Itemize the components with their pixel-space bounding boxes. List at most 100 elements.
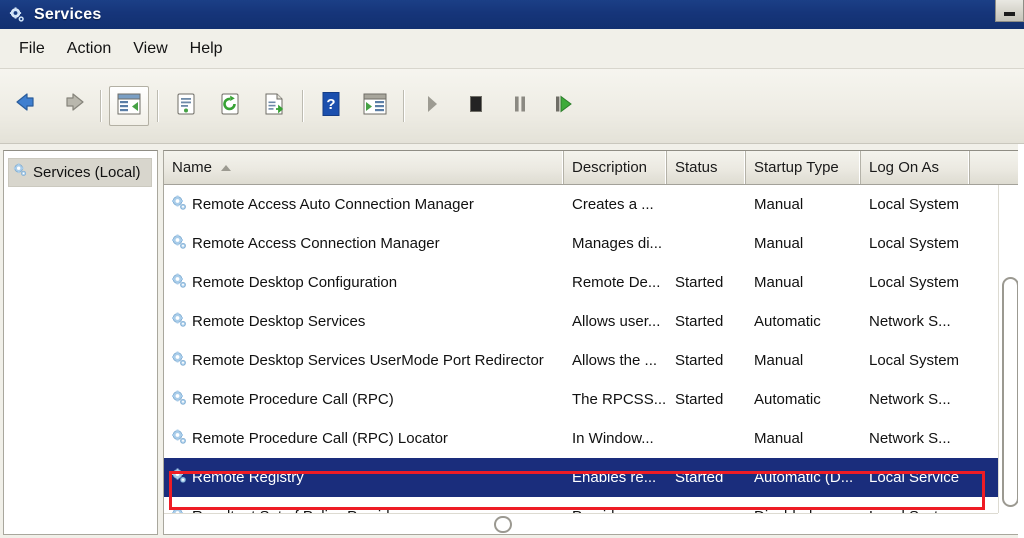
toolbar-separator xyxy=(403,90,404,122)
services-window: Services File Action View Help ? Service… xyxy=(0,0,1024,538)
service-gear-icon xyxy=(170,350,188,372)
column-header-description[interactable]: Description xyxy=(564,151,667,184)
table-row[interactable]: Remote Procedure Call (RPC) Locator In Wi… xyxy=(164,419,1020,458)
column-header-startup-type[interactable]: Startup Type xyxy=(746,151,861,184)
back-button[interactable] xyxy=(8,86,48,126)
window-controls xyxy=(995,0,1024,29)
toolbar: ? xyxy=(0,69,1024,144)
row-startup-type-cell: Automatic xyxy=(754,391,821,408)
column-header-name-label: Name xyxy=(172,159,213,176)
row-status-cell: Started xyxy=(675,352,724,369)
row-startup-type-cell: Manual xyxy=(754,274,804,291)
menu-item-action[interactable]: Action xyxy=(56,35,122,63)
service-gear-icon xyxy=(170,194,188,216)
tree-item-label: Services (Local) xyxy=(33,164,141,181)
table-row[interactable]: Remote Procedure Call (RPC) The RPCSS... S… xyxy=(164,380,1020,419)
row-name-cell: Remote Access Connection Manager xyxy=(164,233,564,255)
row-log-on-as-cell: Local Service xyxy=(869,469,960,486)
row-startup-type-cell: Manual xyxy=(754,235,804,252)
row-description-cell: Creates a ... xyxy=(572,196,654,213)
row-log-on-as-cell: Local System xyxy=(869,196,960,213)
column-header-log-on-as[interactable]: Log On As xyxy=(861,151,970,184)
column-header-filler xyxy=(970,151,1020,184)
menu-item-view[interactable]: View xyxy=(122,35,178,63)
tree-item-services-local[interactable]: Services (Local) xyxy=(8,158,152,187)
row-description-cell: Allows user... xyxy=(572,313,661,330)
pause-service-button[interactable] xyxy=(500,86,540,126)
export-list-button[interactable] xyxy=(254,86,294,126)
restart-service-button[interactable] xyxy=(544,86,584,126)
row-name-label: Remote Registry xyxy=(192,469,304,486)
service-gear-icon xyxy=(170,467,188,489)
properties-button[interactable] xyxy=(166,86,206,126)
row-status-cell: Started xyxy=(675,469,724,486)
sort-ascending-icon xyxy=(221,164,232,171)
horizontal-scrollbar[interactable] xyxy=(164,513,998,534)
service-gear-icon xyxy=(170,272,188,294)
row-startup-type-cell: Manual xyxy=(754,430,804,447)
vertical-scrollbar-thumb[interactable] xyxy=(1002,277,1019,507)
help-icon: ? xyxy=(319,91,343,122)
row-name-label: Remote Access Auto Connection Manager xyxy=(192,196,474,213)
minimize-button[interactable] xyxy=(995,0,1024,22)
table-row[interactable]: Remote Registry Enables re... Started Autom… xyxy=(164,458,1020,497)
content-area: Services (Local) Name Description Status… xyxy=(0,144,1024,538)
help-button[interactable]: ? xyxy=(311,86,351,126)
row-name-cell: Remote Registry xyxy=(164,467,564,489)
row-log-on-as-cell: Local System xyxy=(869,235,960,252)
svg-text:?: ? xyxy=(326,96,335,113)
column-header-status[interactable]: Status xyxy=(667,151,746,184)
row-name-cell: Remote Desktop Configuration xyxy=(164,272,564,294)
row-status-cell: Started xyxy=(675,313,724,330)
row-name-label: Remote Desktop Services UserMode Port Re… xyxy=(192,352,544,369)
row-log-on-as-cell: Network S... xyxy=(869,430,951,447)
title-bar: Services xyxy=(0,0,1024,29)
menu-item-help[interactable]: Help xyxy=(179,35,234,63)
forward-icon xyxy=(57,91,87,122)
window-right-edge xyxy=(1018,144,1024,538)
show-action-pane-button[interactable] xyxy=(355,86,395,126)
row-name-label: Remote Desktop Services xyxy=(192,313,366,330)
row-log-on-as-cell: Network S... xyxy=(869,313,951,330)
row-name-label: Remote Desktop Configuration xyxy=(192,274,398,291)
row-log-on-as-cell: Local System xyxy=(869,352,960,369)
start-service-button[interactable] xyxy=(412,86,452,126)
show-action-pane-icon xyxy=(362,92,388,121)
forward-button[interactable] xyxy=(52,86,92,126)
row-name-cell: Remote Desktop Services xyxy=(164,311,564,333)
pause-service-icon xyxy=(509,92,531,121)
row-name-label: Remote Procedure Call (RPC) Locator xyxy=(192,430,448,447)
row-description-cell: In Window... xyxy=(572,430,654,447)
start-service-icon xyxy=(421,92,443,121)
row-status-cell: Started xyxy=(675,274,724,291)
service-gear-icon xyxy=(170,311,188,333)
row-name-cell: Remote Desktop Services UserMode Port Re… xyxy=(164,350,564,372)
table-row[interactable]: Remote Desktop Services Allows user... Sta… xyxy=(164,302,1020,341)
service-gear-icon xyxy=(170,389,188,411)
row-description-cell: Remote De... xyxy=(572,274,661,291)
row-description-cell: The RPCSS... xyxy=(572,391,667,408)
table-row[interactable]: Remote Access Connection Manager Manages … xyxy=(164,224,1020,263)
toolbar-separator xyxy=(157,90,158,122)
stop-service-button[interactable] xyxy=(456,86,496,126)
properties-icon xyxy=(174,92,198,121)
table-row[interactable]: Remote Desktop Configuration Remote De...… xyxy=(164,263,1020,302)
service-gear-icon xyxy=(170,428,188,450)
table-row[interactable]: Remote Access Auto Connection Manager Cre… xyxy=(164,185,1020,224)
restart-service-icon xyxy=(552,92,576,121)
refresh-button[interactable] xyxy=(210,86,250,126)
row-status-cell: Started xyxy=(675,391,724,408)
row-startup-type-cell: Automatic (D... xyxy=(754,469,854,486)
show-hide-tree-button[interactable] xyxy=(109,86,149,126)
menu-item-file[interactable]: File xyxy=(8,35,56,63)
vertical-scrollbar[interactable] xyxy=(998,185,1020,513)
horizontal-scrollbar-thumb[interactable] xyxy=(494,516,512,533)
column-header-name[interactable]: Name xyxy=(164,151,564,184)
menu-bar: File Action View Help xyxy=(0,29,1024,69)
table-row[interactable]: Remote Desktop Services UserMode Port Re… xyxy=(164,341,1020,380)
services-list-pane: Name Description Status Startup Type Log… xyxy=(163,150,1021,535)
row-log-on-as-cell: Network S... xyxy=(869,391,951,408)
row-startup-type-cell: Manual xyxy=(754,196,804,213)
services-gear-icon xyxy=(7,5,27,25)
row-description-cell: Manages di... xyxy=(572,235,663,252)
